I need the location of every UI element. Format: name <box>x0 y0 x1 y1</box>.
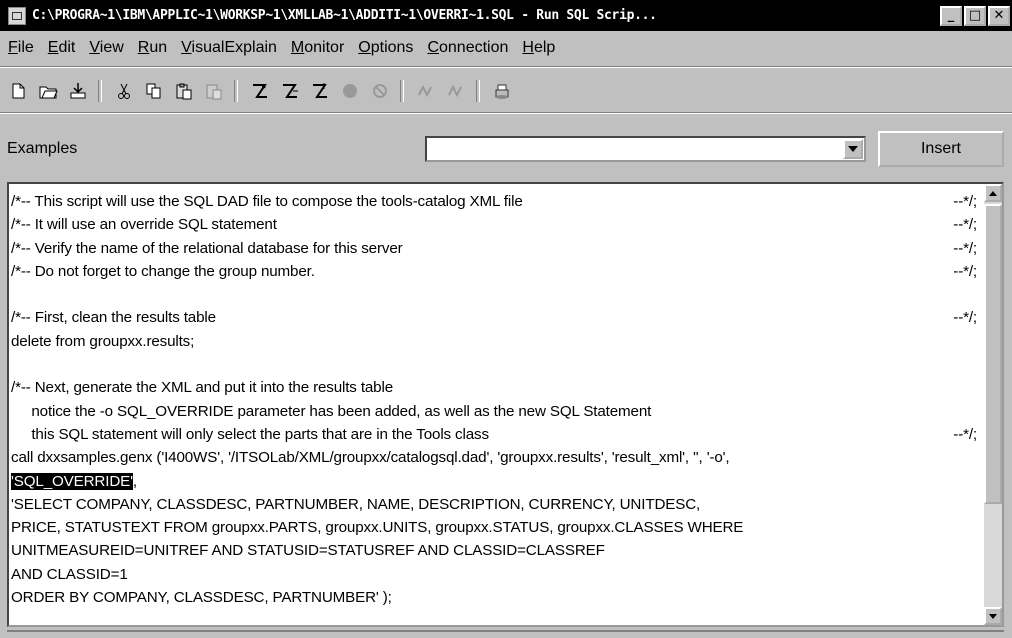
explain-icon <box>414 80 438 102</box>
scroll-up-button[interactable] <box>984 184 1002 202</box>
toolbar-separator <box>400 80 404 102</box>
code-line: call dxxsamples.genx ('I400WS', '/ITSOLa… <box>11 449 730 467</box>
code-line: notice the -o SQL_OVERRIDE parameter has… <box>11 402 652 420</box>
copy-icon[interactable] <box>142 80 166 102</box>
code-line: this SQL statement will only select the … <box>11 425 977 443</box>
sql-editor[interactable]: /*-- This script will use the SQL DAD fi… <box>7 182 1004 627</box>
stop-icon <box>338 80 362 102</box>
examples-dropdown[interactable] <box>425 136 866 162</box>
code-line: UNITMEASUREID=UNITREF AND STATUSID=STATU… <box>11 542 605 560</box>
paste-disabled-icon <box>202 80 226 102</box>
code-line: delete from groupxx.results; <box>11 332 195 350</box>
code-line: /*-- First, clean the results table --*/; <box>11 309 977 327</box>
menu-bar: File Edit View Run VisualExplain Monitor… <box>0 35 561 61</box>
vertical-scrollbar[interactable] <box>984 184 1002 625</box>
new-icon[interactable] <box>6 80 30 102</box>
scroll-thumb[interactable] <box>984 204 1002 504</box>
cancel-icon <box>368 80 392 102</box>
toolbar <box>0 78 1012 104</box>
title-bar: C:\PROGRA~1\IBM\APPLIC~1\WORKSP~1\XMLLAB… <box>0 0 1012 31</box>
minimize-button[interactable]: _ <box>940 5 962 26</box>
run-step-icon[interactable] <box>308 80 332 102</box>
examples-label: Examples <box>7 140 78 157</box>
status-divider <box>7 630 1004 638</box>
chevron-down-icon[interactable] <box>843 139 863 159</box>
explain-selected-icon <box>444 80 468 102</box>
menu-help[interactable]: Help <box>522 39 555 57</box>
window-title: C:\PROGRA~1\IBM\APPLIC~1\WORKSP~1\XMLLAB… <box>32 8 657 23</box>
menu-run[interactable]: Run <box>138 39 167 57</box>
menu-view[interactable]: View <box>89 39 123 57</box>
print-icon[interactable] <box>490 80 514 102</box>
paste-icon[interactable] <box>172 80 196 102</box>
menu-monitor[interactable]: Monitor <box>291 39 344 57</box>
toolbar-separator <box>234 80 238 102</box>
code-line: AND CLASSID=1 <box>11 565 128 583</box>
save-icon[interactable] <box>66 80 90 102</box>
window-controls: _ □ ✕ <box>940 5 1010 26</box>
toolbar-divider <box>0 112 1012 114</box>
toolbar-separator <box>98 80 102 102</box>
sql-script-text[interactable]: /*-- This script will use the SQL DAD fi… <box>11 190 983 609</box>
code-line: /*-- It will use an override SQL stateme… <box>11 216 977 234</box>
code-line: /*-- Next, generate the XML and put it i… <box>11 379 394 397</box>
menu-options[interactable]: Options <box>358 39 413 57</box>
code-line: ORDER BY COMPANY, CLASSDESC, PARTNUMBER'… <box>11 589 392 607</box>
toolbar-separator <box>476 80 480 102</box>
open-icon[interactable] <box>36 80 60 102</box>
menu-file[interactable]: File <box>8 39 34 57</box>
close-button[interactable]: ✕ <box>988 5 1010 26</box>
menu-visualexplain[interactable]: VisualExplain <box>181 39 277 57</box>
selected-text: 'SQL_OVERRIDE' <box>11 472 133 490</box>
code-line: PRICE, STATUSTEXT FROM groupxx.PARTS, gr… <box>11 519 744 537</box>
run-selected-icon[interactable] <box>278 80 302 102</box>
code-line: /*-- This script will use the SQL DAD fi… <box>11 193 977 210</box>
app-icon[interactable] <box>8 6 26 25</box>
menu-connection[interactable]: Connection <box>427 39 508 57</box>
menu-divider <box>0 66 1012 68</box>
code-line: 'SELECT COMPANY, CLASSDESC, PARTNUMBER, … <box>11 495 701 513</box>
insert-button[interactable]: Insert <box>878 131 1004 167</box>
code-line: /*-- Verify the name of the relational d… <box>11 239 977 257</box>
code-line-selection: 'SQL_OVERRIDE', <box>11 472 137 490</box>
run-icon[interactable] <box>248 80 272 102</box>
maximize-button[interactable]: □ <box>964 5 986 26</box>
code-line: /*-- Do not forget to change the group n… <box>11 262 977 280</box>
cut-icon[interactable] <box>112 80 136 102</box>
scroll-down-button[interactable] <box>984 607 1002 625</box>
menu-edit[interactable]: Edit <box>48 39 76 57</box>
